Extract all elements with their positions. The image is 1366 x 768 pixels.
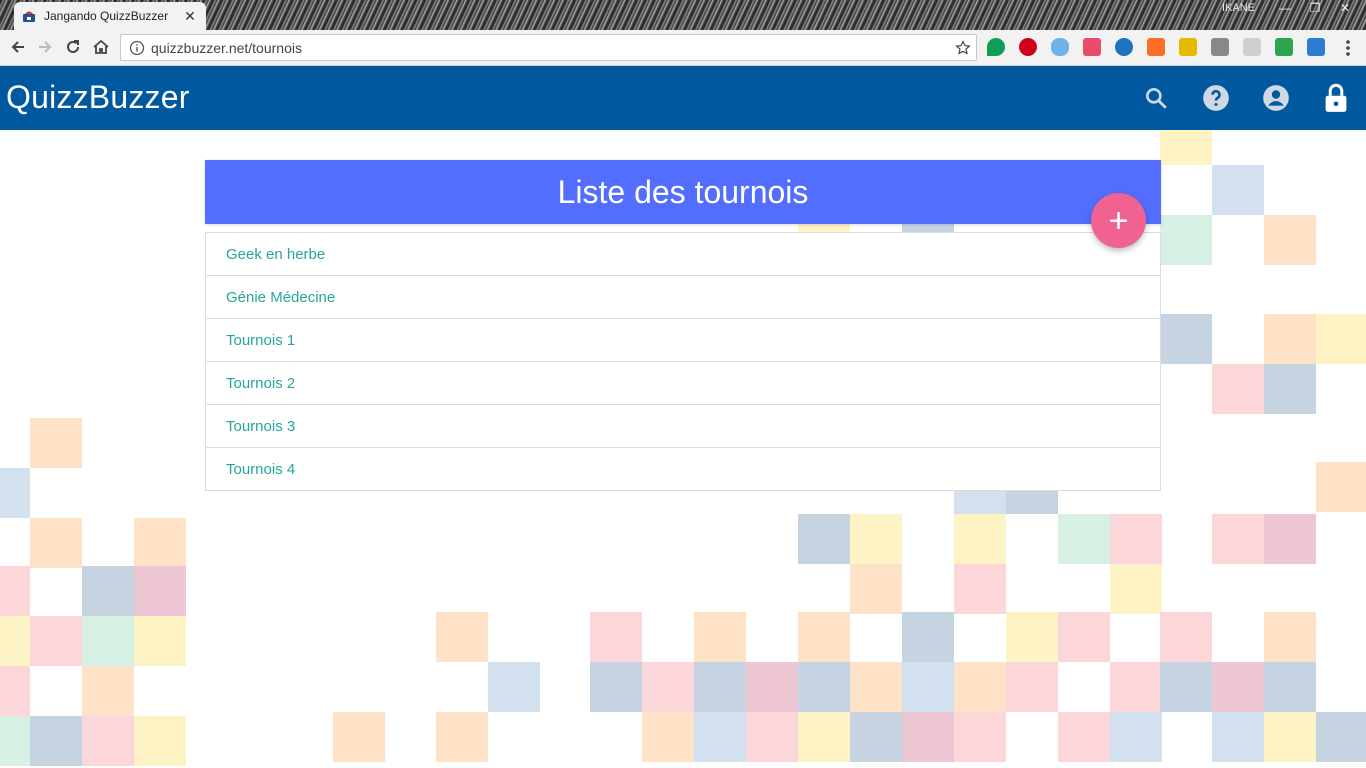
bookmark-star-icon[interactable] (950, 38, 976, 58)
minimize-icon[interactable]: — (1270, 0, 1300, 18)
eyedropper-extension-icon[interactable] (1211, 38, 1229, 56)
adblock-extension-icon[interactable] (1019, 38, 1037, 56)
app-header: QuizzBuzzer (0, 66, 1366, 130)
sync-extension-icon[interactable] (1307, 38, 1325, 56)
cloud-extension-icon[interactable] (1051, 38, 1069, 56)
browser-tab[interactable]: Jangando QuizzBuzzer ✕ (14, 2, 206, 30)
home-icon[interactable] (90, 36, 112, 58)
tournament-list: Geek en herbe Génie Médecine Tournois 1 … (205, 232, 1161, 491)
list-item[interactable]: Génie Médecine (206, 276, 1160, 319)
app-brand[interactable]: QuizzBuzzer (6, 79, 190, 116)
tournament-list-title: Liste des tournois (205, 160, 1161, 224)
list-item[interactable]: Tournois 2 (206, 362, 1160, 405)
gitlab-extension-icon[interactable] (1147, 38, 1165, 56)
notes-extension-icon[interactable] (1179, 38, 1197, 56)
forward-icon[interactable] (34, 36, 56, 58)
camera-extension-icon[interactable] (1083, 38, 1101, 56)
account-icon[interactable] (1261, 83, 1291, 113)
back-icon[interactable] (7, 36, 29, 58)
eye-extension-icon[interactable] (1115, 38, 1133, 56)
plus-icon: + (1108, 201, 1129, 240)
lock-icon[interactable] (1321, 83, 1351, 113)
site-info-icon[interactable] (129, 40, 145, 56)
window-controls: — ❐ ✕ (1270, 0, 1360, 18)
window-user-label: IKANE (1222, 2, 1256, 14)
add-tournament-button[interactable]: + (1091, 193, 1146, 248)
evernote-extension-icon[interactable] (987, 38, 1005, 56)
tab-title: Jangando QuizzBuzzer (44, 9, 169, 23)
help-icon[interactable] (1201, 83, 1231, 113)
quizzbuzzer-favicon-icon (23, 11, 35, 22)
tab-close-icon[interactable]: ✕ (182, 8, 198, 25)
chat-extension-icon[interactable] (1243, 38, 1261, 56)
browser-menu-icon[interactable] (1340, 38, 1356, 58)
list-item[interactable]: Tournois 1 (206, 319, 1160, 362)
browser-toolbar: quizzbuzzer.net/tournois (0, 30, 1366, 66)
address-bar[interactable]: quizzbuzzer.net/tournois (120, 34, 977, 61)
url-text[interactable]: quizzbuzzer.net/tournois (151, 40, 950, 56)
restore-icon[interactable]: ❐ (1300, 0, 1330, 18)
reload-icon[interactable] (62, 36, 84, 58)
window-close-icon[interactable]: ✕ (1330, 0, 1360, 18)
list-item[interactable]: Geek en herbe (206, 233, 1160, 276)
list-item[interactable]: Tournois 3 (206, 405, 1160, 448)
search-icon[interactable] (1141, 83, 1171, 113)
browser-tab-strip: Jangando QuizzBuzzer ✕ IKANE — ❐ ✕ (0, 0, 1366, 30)
check-extension-icon[interactable] (1275, 38, 1293, 56)
list-item[interactable]: Tournois 4 (206, 448, 1160, 490)
